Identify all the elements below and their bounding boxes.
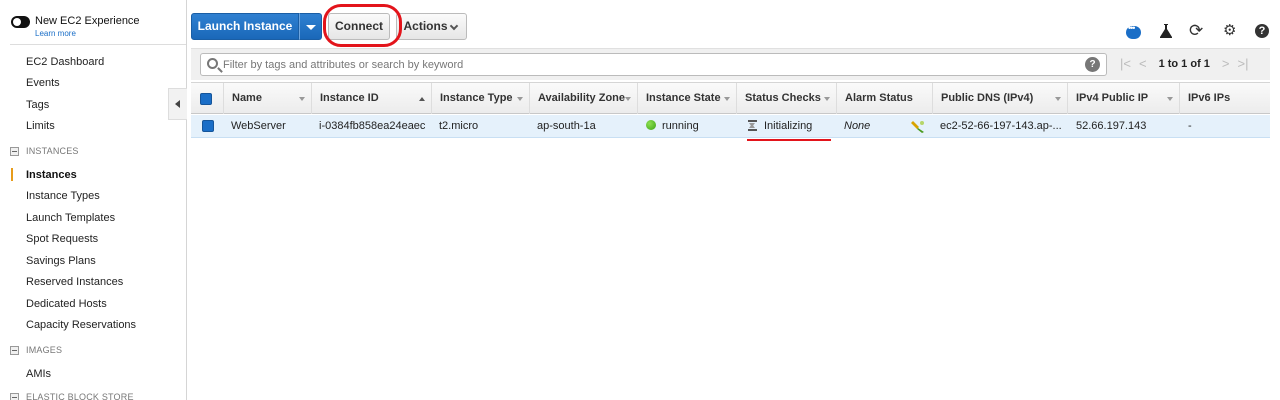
launch-instance-button[interactable]: Launch Instance (191, 13, 299, 40)
cell-instance-state: running (646, 115, 699, 138)
sidebar-item-instances[interactable]: Instances (26, 168, 77, 182)
new-experience-toggle[interactable] (11, 16, 30, 28)
cell-instance-id: i-0384fb858ea24eaec (319, 120, 426, 132)
flask-icon[interactable] (1160, 24, 1172, 38)
sort-asc-icon (419, 97, 425, 101)
sort-icon (1055, 97, 1061, 101)
actions-button[interactable]: Actions (396, 13, 467, 40)
sort-icon (299, 97, 305, 101)
sidebar-item-limits[interactable]: Limits (26, 119, 55, 133)
col-name[interactable]: Name (224, 83, 312, 114)
last-page-icon[interactable]: >| (1238, 56, 1249, 71)
sidebar-item-ec2-dashboard[interactable]: EC2 Dashboard (26, 55, 104, 69)
sort-icon (517, 97, 523, 101)
new-experience-toggle-row[interactable]: New EC2 Experience Learn more (11, 14, 140, 40)
running-status-icon (646, 120, 656, 130)
first-page-icon[interactable]: |< (1120, 56, 1131, 71)
page-count: 1 to 1 of 1 (1158, 57, 1210, 70)
status-checks-underline-annotation (747, 139, 831, 141)
status-checks-text: Initializing (764, 120, 813, 132)
sidebar-item-dedicated-hosts[interactable]: Dedicated Hosts (26, 297, 107, 311)
sidebar-item-instance-types[interactable]: Instance Types (26, 189, 100, 203)
collapse-minus-icon[interactable] (10, 345, 19, 355)
table-header: Name Instance ID Instance Type Availabil… (191, 82, 1270, 114)
section-title: IMAGES (26, 345, 63, 355)
col-instance-type[interactable]: Instance Type (432, 83, 530, 114)
cell-instance-type: t2.micro (439, 120, 479, 132)
actions-label: Actions (403, 19, 448, 33)
sidebar: New EC2 Experience Learn more EC2 Dashbo… (0, 0, 187, 400)
section-images[interactable]: IMAGES (10, 345, 62, 355)
learn-more-link[interactable]: Learn more (35, 28, 140, 40)
sidebar-item-tags[interactable]: Tags (26, 98, 49, 112)
collapse-minus-icon[interactable] (10, 392, 19, 400)
cell-ipv4-public-ip: 52.66.197.143 (1076, 120, 1147, 132)
chevron-down-icon (449, 21, 459, 31)
sidebar-divider (10, 44, 186, 45)
col-public-dns[interactable]: Public DNS (IPv4) (933, 83, 1068, 114)
sidebar-item-reserved-instances[interactable]: Reserved Instances (26, 275, 123, 289)
instances-table: Name Instance ID Instance Type Availabil… (191, 82, 1270, 138)
section-title: INSTANCES (26, 146, 79, 156)
select-all-checkbox[interactable] (200, 93, 212, 105)
next-page-icon[interactable]: > (1222, 56, 1230, 71)
sidebar-item-savings-plans[interactable]: Savings Plans (26, 254, 96, 268)
previous-page-icon[interactable]: < (1139, 56, 1147, 71)
gear-icon[interactable]: ⚙ (1223, 22, 1236, 40)
col-ipv6-ips[interactable]: IPv6 IPs (1180, 83, 1270, 114)
section-elastic-block-store[interactable]: ELASTIC BLOCK STORE (10, 392, 134, 400)
cell-status-checks: Initializing (748, 115, 812, 138)
chat-icon[interactable] (1126, 23, 1141, 39)
cell-public-dns: ec2-52-66-197-143.ap-... (940, 120, 1062, 132)
help-icon[interactable]: ? (1255, 24, 1269, 38)
hourglass-icon (748, 120, 757, 131)
cell-name: WebServer (231, 120, 286, 132)
sort-icon (824, 97, 830, 101)
pagination: |< < 1 to 1 of 1 > >| (1120, 56, 1248, 71)
sort-icon (625, 97, 631, 101)
collapse-minus-icon[interactable] (10, 146, 19, 156)
connect-highlight-annotation (323, 4, 402, 47)
sort-icon (1167, 97, 1173, 101)
col-instance-id[interactable]: Instance ID (312, 83, 432, 114)
section-instances[interactable]: INSTANCES (10, 146, 79, 156)
table-row[interactable]: WebServer i-0384fb858ea24eaec t2.micro a… (191, 115, 1270, 138)
col-alarm-status[interactable]: Alarm Status (837, 83, 933, 114)
filter-bar: ? |< < 1 to 1 of 1 > >| (191, 48, 1270, 80)
search-box[interactable]: ? (200, 53, 1107, 76)
create-alarm-icon[interactable] (911, 120, 925, 134)
sidebar-item-capacity-reservations[interactable]: Capacity Reservations (26, 318, 136, 332)
col-instance-state[interactable]: Instance State (638, 83, 737, 114)
select-all-cell (191, 83, 224, 114)
toggle-text: New EC2 Experience Learn more (35, 14, 140, 40)
col-availability-zone[interactable]: Availability Zone (530, 83, 638, 114)
row-checkbox[interactable] (202, 120, 214, 132)
section-title: ELASTIC BLOCK STORE (26, 392, 134, 400)
toggle-title: New EC2 Experience (35, 15, 140, 27)
sidebar-item-amis[interactable]: AMIs (26, 367, 51, 381)
collapse-sidebar-button[interactable] (168, 88, 187, 120)
sidebar-item-events[interactable]: Events (26, 76, 60, 90)
active-indicator (11, 168, 13, 181)
refresh-icon[interactable]: ⟳ (1189, 22, 1203, 40)
sort-icon (724, 97, 730, 101)
cell-alarm-status: None (844, 120, 871, 132)
search-icon (207, 58, 218, 69)
col-ipv4-public-ip[interactable]: IPv4 Public IP (1068, 83, 1180, 114)
sidebar-item-spot-requests[interactable]: Spot Requests (26, 232, 98, 246)
search-help-icon[interactable]: ? (1085, 57, 1100, 72)
cell-ipv6-ips: - (1188, 120, 1192, 132)
instance-state-text: running (662, 120, 699, 132)
search-input[interactable] (223, 56, 1083, 73)
col-status-checks[interactable]: Status Checks (737, 83, 837, 114)
launch-instance-dropdown-button[interactable] (299, 13, 322, 40)
sidebar-item-launch-templates[interactable]: Launch Templates (26, 211, 115, 225)
cell-availability-zone: ap-south-1a (537, 120, 596, 132)
